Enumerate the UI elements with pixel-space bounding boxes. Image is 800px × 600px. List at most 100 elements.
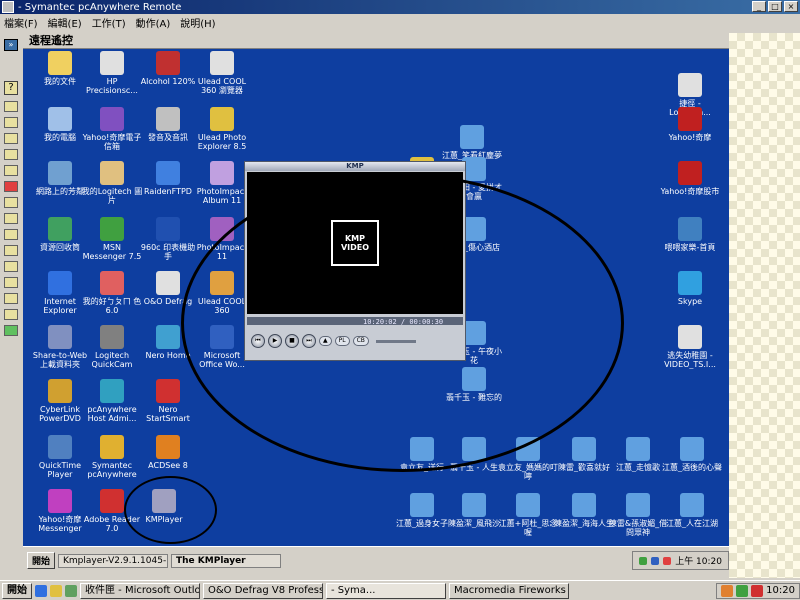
- toolbar-button[interactable]: [4, 277, 18, 288]
- desktop-icon-image: [156, 161, 180, 185]
- close-button[interactable]: ×: [784, 1, 798, 12]
- remote-task-button[interactable]: Kmplayer-V2.9.1.1045-...: [58, 553, 169, 568]
- kmplayer-title[interactable]: KMP: [245, 162, 465, 171]
- pcanywhere-icon[interactable]: [2, 1, 14, 13]
- toolbar-button[interactable]: [4, 149, 18, 160]
- tray-icon[interactable]: [639, 556, 648, 565]
- desktop-icon[interactable]: Yahoo!奇摩電子信箱: [81, 107, 143, 151]
- desktop-icon[interactable]: Symantec pcAnywhere: [81, 435, 143, 479]
- desktop-icon[interactable]: MSN Messenger 7.5: [81, 217, 143, 261]
- desktop-icon-image: [48, 161, 72, 185]
- desktop-icon-image: [156, 435, 180, 459]
- toolbar-button[interactable]: [4, 101, 18, 112]
- desktop-icon-image: [100, 325, 124, 349]
- task-defrag[interactable]: O&O Defrag V8 Professio...: [203, 582, 323, 599]
- menu-help[interactable]: 說明(H): [180, 15, 215, 30]
- quicklaunch-icon[interactable]: [65, 584, 77, 597]
- desktop-icon[interactable]: pcAnywhere Host Admi...: [81, 379, 143, 423]
- desktop-icon[interactable]: 江蕙+阿杜_思念喔: [497, 493, 559, 537]
- menu-tasks[interactable]: 工作(T): [92, 15, 126, 30]
- desktop-icon[interactable]: Logitech QuickCam: [81, 325, 143, 369]
- desktop-icon-image: [678, 161, 702, 185]
- desktop-icon-label: 江蕙_酒後的心聲: [662, 463, 722, 472]
- desktop-icon-label: 陳雷&孫淑媚_借問眾神: [608, 519, 668, 537]
- remote-start-button[interactable]: 開始: [27, 552, 56, 569]
- tray-icon[interactable]: [751, 584, 764, 597]
- desktop-icon[interactable]: 陳雷&孫淑媚_借問眾神: [607, 493, 669, 537]
- desktop-icon[interactable]: Ulead COOL 360 瀏覽器: [191, 51, 253, 95]
- tray-icon[interactable]: [651, 556, 660, 565]
- menu-actions[interactable]: 動作(A): [136, 15, 171, 30]
- desktop-icon[interactable]: Skype: [659, 271, 721, 306]
- desktop-icon-label: Ulead Photo Explorer 8.5: [197, 133, 247, 151]
- toolbar-button[interactable]: [4, 309, 18, 320]
- desktop-icon[interactable]: ACDSee 8: [137, 435, 199, 470]
- toolbar-button[interactable]: [4, 117, 18, 128]
- unused-area: [729, 33, 800, 578]
- menu-file[interactable]: 檔案(F): [4, 15, 38, 30]
- desktop-icon[interactable]: 陳雷_歡喜就好: [553, 437, 615, 472]
- toolbar-button[interactable]: [4, 325, 18, 336]
- desktop-icon[interactable]: Ulead Photo Explorer 8.5: [191, 107, 253, 151]
- ie-icon[interactable]: [35, 584, 47, 597]
- task-fireworks[interactable]: Macromedia Fireworks M...: [449, 582, 569, 599]
- tray-icon[interactable]: [721, 584, 734, 597]
- desktop-icon[interactable]: 喂喂家樂-首頁: [659, 217, 721, 252]
- desktop-icon[interactable]: 我的好ㄅㄆㄇ 色6.0: [81, 271, 143, 315]
- desktop-icon[interactable]: 江蕙_人在江湖: [661, 493, 723, 528]
- desktop-icon[interactable]: Nero StartSmart: [137, 379, 199, 423]
- local-taskbar: 開始 收件匣 - Microsoft Outlook O&O Defrag V8…: [0, 580, 800, 600]
- toolbar-button[interactable]: [4, 213, 18, 224]
- desktop-icon-image: [410, 493, 434, 517]
- desktop-icon-image: [100, 107, 124, 131]
- desktop-icon-image: [48, 489, 72, 513]
- task-outlook[interactable]: 收件匣 - Microsoft Outlook: [80, 582, 200, 599]
- toolbar-button[interactable]: [4, 293, 18, 304]
- desktop-icon-image: [678, 107, 702, 131]
- desktop-icon-label: 我的Logitech 圖片: [81, 187, 143, 205]
- tray-icon[interactable]: [663, 556, 672, 565]
- desktop-icon-label: Symantec pcAnywhere: [87, 461, 137, 479]
- task-pcanywhere[interactable]: - Syma...: [326, 582, 446, 599]
- desktop-icon[interactable]: 陳盈潔_海海人生: [553, 493, 615, 528]
- desktop-icon[interactable]: RaidenFTPD: [137, 161, 199, 196]
- desktop-icon-label: Ulead COOL 360 瀏覽器: [197, 77, 247, 95]
- expand-icon[interactable]: »: [4, 39, 18, 51]
- remote-taskbar: 開始 Kmplayer-V2.9.1.1045-... The KMPlayer…: [23, 546, 729, 574]
- toolbar-button[interactable]: [4, 197, 18, 208]
- desktop-icon[interactable]: Alcohol 120%: [137, 51, 199, 86]
- toolbar-button[interactable]: [4, 245, 18, 256]
- start-button[interactable]: 開始: [2, 582, 32, 599]
- desktop-icon[interactable]: 江蕙_笑看紅塵夢: [441, 125, 503, 160]
- desktop-icon[interactable]: HP Precisionsc...: [81, 51, 143, 95]
- tray-icon[interactable]: [736, 584, 749, 597]
- desktop-icon[interactable]: 江蕙_走憶歌: [607, 437, 669, 472]
- outlook-icon[interactable]: [50, 584, 62, 597]
- desktop-icon-image: [156, 325, 180, 349]
- maximize-button[interactable]: □: [768, 1, 782, 12]
- desktop-icon-image: [156, 379, 180, 403]
- desktop-icon[interactable]: Yahoo!奇摩股市: [659, 161, 721, 196]
- minimize-button[interactable]: _: [752, 1, 766, 12]
- desktop-icon[interactable]: 發音及音訊: [137, 107, 199, 142]
- desktop-icon[interactable]: 陳盈潔_風飛沙: [443, 493, 505, 528]
- desktop-icon-label: pcAnywhere Host Admi...: [87, 405, 137, 423]
- desktop-icon-label: Logitech QuickCam: [91, 351, 133, 369]
- remote-task-button[interactable]: The KMPlayer: [171, 553, 282, 568]
- desktop-icon[interactable]: 我的Logitech 圖片: [81, 161, 143, 205]
- desktop-icon[interactable]: 江蕙_酒後的心聲: [661, 437, 723, 472]
- desktop-icon[interactable]: 960c 印表機助手: [137, 217, 199, 261]
- toolbar-button[interactable]: [4, 229, 18, 240]
- desktop-icon[interactable]: Yahoo!奇摩: [659, 107, 721, 142]
- menu-edit[interactable]: 編輯(E): [48, 15, 82, 30]
- toolbar-button[interactable]: [4, 261, 18, 272]
- desktop-icon-label: 陳盈潔_海海人生: [554, 519, 614, 528]
- desktop-icon-image: [678, 217, 702, 241]
- help-icon[interactable]: ?: [4, 81, 18, 95]
- disconnect-icon[interactable]: [4, 181, 18, 192]
- toolbar-button[interactable]: [4, 133, 18, 144]
- toolbar-button[interactable]: [4, 165, 18, 176]
- desktop-icon[interactable]: 逃失幼稚園 - VIDEO_TS.I...: [659, 325, 721, 369]
- desktop-icon-image: [626, 437, 650, 461]
- remote-clock: 上午 10:20: [675, 557, 722, 567]
